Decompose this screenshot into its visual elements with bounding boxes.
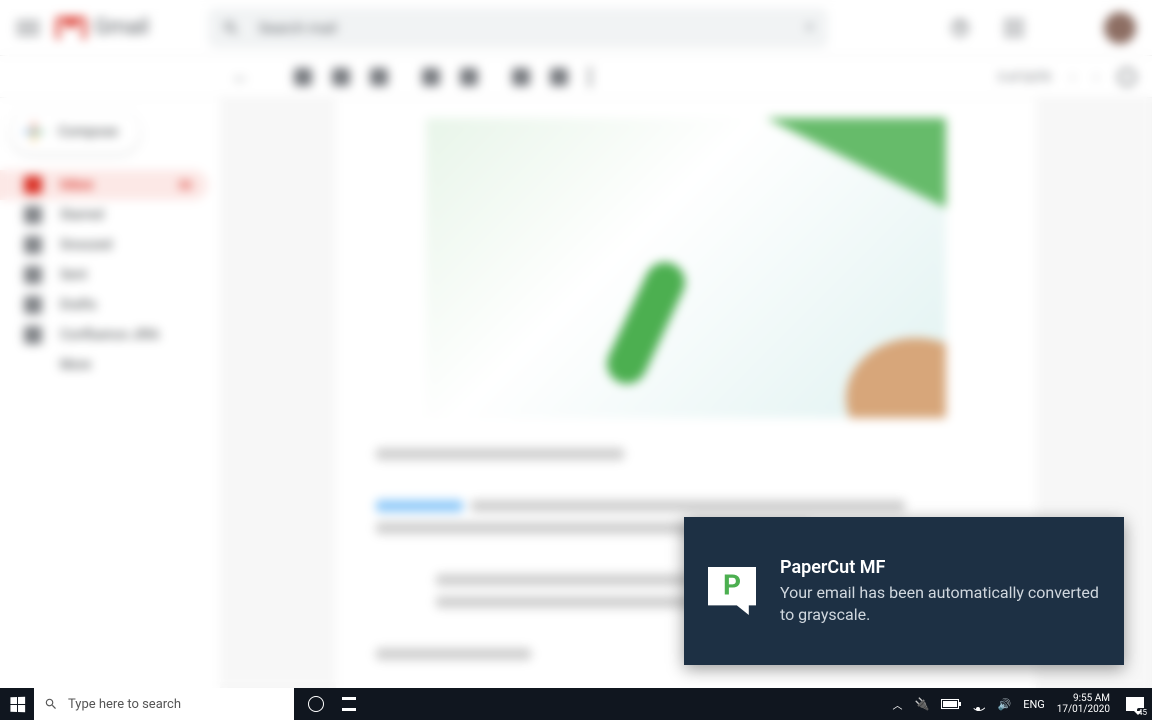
notifications-icon[interactable] [1050,10,1086,46]
papercut-icon [708,567,756,615]
sidebar-item-label-custom[interactable]: Confluence JIRA [0,320,208,350]
windows-taskbar: Type here to search ︿ 🔌 ENG 9:55 AM 17/0… [0,688,1152,720]
start-button[interactable] [0,688,34,720]
snooze-icon[interactable] [460,68,478,86]
sidebar-item-more[interactable]: More [0,350,208,380]
wifi-icon[interactable] [971,697,985,711]
time: 9:55 AM [1057,693,1110,704]
inbox-icon [24,176,42,194]
sidebar-item-label: Drafts [60,297,97,313]
settings-icon[interactable] [1118,68,1136,86]
search-input[interactable]: Search mail × [208,8,828,48]
next-message-icon[interactable]: › [1094,70,1098,84]
task-view-icon[interactable] [342,697,356,711]
compose-label: Compose [58,124,118,140]
sidebar-item-drafts[interactable]: Drafts [0,290,208,320]
support-icon[interactable] [942,10,978,46]
email-link[interactable] [376,500,463,512]
sidebar-item-label: Starred [60,207,104,223]
clock[interactable]: 9:55 AM 17/01/2020 [1057,693,1110,715]
plus-icon [24,122,44,142]
gmail-sidebar: Compose Inbox 36 Starred Snoozed S [0,98,220,690]
sidebar-item-inbox[interactable]: Inbox 36 [0,170,208,200]
more-icon[interactable] [588,68,592,86]
power-icon[interactable]: 🔌 [915,697,930,711]
sidebar-item-sent[interactable]: Sent [0,260,208,290]
windows-icon [10,696,25,712]
mail-toolbar: ← 3 of 5,070 ‹ › [0,56,1152,98]
draft-icon [24,296,42,314]
apps-icon[interactable] [996,10,1032,46]
taskbar-search[interactable]: Type here to search [34,688,294,720]
toast-message: Your email has been automatically conver… [780,582,1100,625]
notification-toast[interactable]: PaperCut MF Your email has been automati… [684,517,1124,665]
notification-count: 45 [1137,708,1148,717]
sidebar-item-label: Inbox [60,177,93,193]
system-tray: ︿ 🔌 ENG 9:55 AM 17/01/2020 45 [893,693,1152,715]
sidebar-item-label: Sent [60,267,87,283]
message-counter: 3 of 5,070 [998,70,1051,84]
gmail-brand-text: Gmail [94,15,148,40]
search-icon [222,19,240,37]
main-menu-icon[interactable] [16,16,40,40]
label-icon [24,326,42,344]
search-clear-icon[interactable]: × [805,17,815,38]
move-to-icon[interactable] [512,68,530,86]
date: 17/01/2020 [1057,704,1110,715]
volume-icon[interactable] [997,697,1011,711]
search-icon [44,697,58,711]
sidebar-item-label: Confluence JIRA [60,327,159,343]
language-indicator[interactable]: ENG [1023,698,1045,711]
archive-icon[interactable] [294,68,312,86]
action-center-icon[interactable]: 45 [1126,697,1144,711]
labels-icon[interactable] [550,68,568,86]
gmail-header: Gmail Search mail × [0,0,1152,56]
compose-button[interactable]: Compose [10,110,140,154]
tray-overflow-icon[interactable]: ︿ [893,697,903,712]
search-placeholder: Search mail [258,19,804,37]
email-text [471,500,905,512]
gmail-logo[interactable]: Gmail [56,15,148,40]
inbox-count: 36 [178,178,192,192]
taskbar-search-placeholder: Type here to search [68,697,181,712]
toast-title: PaperCut MF [780,557,1100,578]
cortana-icon[interactable] [308,696,324,712]
account-avatar[interactable] [1104,12,1136,44]
email-hero-image [426,118,946,418]
mark-unread-icon[interactable] [422,68,440,86]
prev-message-icon[interactable]: ‹ [1071,70,1075,84]
gmail-m-icon [56,17,86,39]
clock-icon [24,236,42,254]
sidebar-item-snoozed[interactable]: Snoozed [0,230,208,260]
star-icon [24,206,42,224]
back-button[interactable]: ← [232,66,250,87]
report-spam-icon[interactable] [332,68,350,86]
sidebar-item-label: More [60,357,91,373]
sidebar-item-starred[interactable]: Starred [0,200,208,230]
battery-icon[interactable] [941,699,959,709]
chevron-down-icon [24,356,42,374]
email-subheading [376,648,531,660]
delete-icon[interactable] [370,68,388,86]
send-icon [24,266,42,284]
email-heading [376,448,624,460]
sidebar-item-label: Snoozed [60,237,112,253]
